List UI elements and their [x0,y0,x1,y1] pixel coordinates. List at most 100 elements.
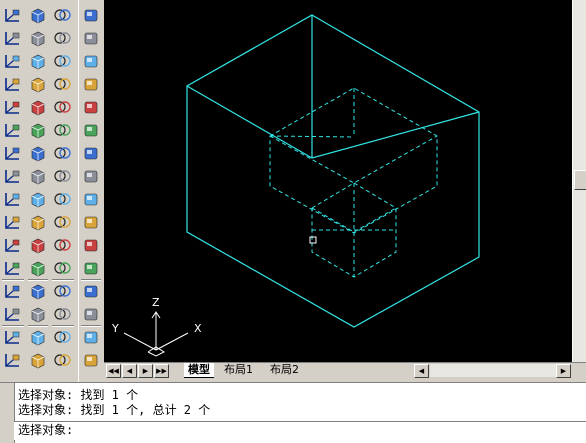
cylinder-solid-icon[interactable] [81,52,101,70]
copy-face-icon[interactable] [81,282,101,300]
prev-tab-button[interactable]: ◀ [122,364,137,378]
tab-model[interactable]: 模型 [184,363,214,378]
subtract-icon[interactable] [52,29,72,47]
move-face-icon[interactable] [81,167,101,185]
offset-face-icon[interactable] [81,190,101,208]
hscroll-right-button[interactable]: ▶ [556,364,571,378]
ucs-icon[interactable] [2,6,22,24]
last-tab-button[interactable]: ▶▶ [154,364,169,378]
ucs-apply-icon[interactable] [2,282,22,300]
ucs-z-label: Z [152,296,160,309]
ucs-view-icon[interactable] [2,121,22,139]
ucs-toolbar [0,0,27,382]
ucs-extra-icon[interactable] [2,351,22,369]
layout-tab-bar: ◀◀ ◀ ▶ ▶▶ 模型 布局1 布局2 ◀ ▶ [104,362,586,379]
named-ucs-icon[interactable] [2,305,22,323]
first-tab-button[interactable]: ◀◀ [106,364,121,378]
rotate-face-icon[interactable] [81,236,101,254]
cone-icon[interactable] [28,52,48,70]
ucs-zaxis-icon[interactable] [2,167,22,185]
command-window: 选择对象: 找到 1 个 选择对象: 找到 1 个, 总计 2 个 选择对象: [0,382,586,443]
pyramid-icon[interactable] [28,144,48,162]
ucs-origin-icon[interactable] [2,144,22,162]
dome-icon[interactable] [28,167,48,185]
ucs-icon [123,311,189,357]
color-face-icon[interactable] [81,305,101,323]
intersect-icon[interactable] [52,52,72,70]
toolbar-separator [2,279,24,281]
ucs-face-icon[interactable] [2,75,22,93]
box-icon[interactable] [28,6,48,24]
command-history-line: 选择对象: 找到 1 个 [18,388,139,402]
edge-surface-icon[interactable] [28,305,48,323]
3d-face-icon[interactable] [28,351,48,369]
hscroll-left-button[interactable]: ◀ [414,364,429,378]
solidedit-icon[interactable] [52,259,72,277]
revolved-surface-icon[interactable] [28,236,48,254]
surfaces-toolbar [26,0,51,382]
tab-layout1[interactable]: 布局1 [220,363,257,377]
wedge-solid-icon[interactable] [81,98,101,116]
material-icon[interactable] [52,328,72,346]
ucs-3point-icon[interactable] [2,190,22,208]
region-icon[interactable] [28,328,48,346]
vertical-scrollbar[interactable] [572,0,586,362]
command-history-line: 选择对象: 找到 1 个, 总计 2 个 [18,403,211,417]
tabulated-surface-icon[interactable] [28,259,48,277]
extrude-icon[interactable] [52,75,72,93]
union-icon[interactable] [52,6,72,24]
extrude-face-icon[interactable] [81,144,101,162]
tab-layout2[interactable]: 布局2 [266,363,303,377]
toolbar-separator [81,325,101,327]
ucs-world-icon[interactable] [2,29,22,47]
view-icon[interactable] [52,351,72,369]
ucs-z-icon[interactable] [2,259,22,277]
ucs-object-icon[interactable] [2,98,22,116]
drawing-svg: Z Y X [111,14,480,357]
toolbar-separator [81,279,101,281]
setup-profile-icon[interactable] [52,236,72,254]
setup-view-icon[interactable] [52,213,72,231]
ucs-y-label: Y [111,322,119,335]
ruled-surface-icon[interactable] [28,282,48,300]
taper-face-icon[interactable] [81,259,101,277]
mesh-icon[interactable] [28,213,48,231]
sphere-solid-icon[interactable] [81,29,101,47]
horizontal-scrollbar[interactable] [430,364,556,377]
ucs-x-icon[interactable] [2,213,22,231]
interference-icon[interactable] [52,167,72,185]
render-icon[interactable] [52,282,72,300]
ucs-x-label: X [194,322,202,335]
command-prompt: 选择对象: [18,423,74,437]
delete-face-icon[interactable] [81,213,101,231]
orbit-icon[interactable] [81,6,101,24]
torus-solid-icon[interactable] [81,121,101,139]
shell-icon[interactable] [81,351,101,369]
section-icon[interactable] [52,144,72,162]
ucs-previous-icon[interactable] [2,52,22,70]
grip-marker[interactable] [309,236,317,244]
ucs-manager-icon[interactable] [2,328,22,346]
dish-icon[interactable] [28,190,48,208]
hidden-edges [269,87,438,278]
toolbar-separator [28,279,48,281]
wedge-icon[interactable] [28,29,48,47]
light-icon[interactable] [52,305,72,323]
sphere-icon[interactable] [28,75,48,93]
cone-solid-icon[interactable] [81,75,101,93]
vertical-scroll-thumb[interactable] [574,170,586,190]
slice-icon[interactable] [52,121,72,139]
revolve-icon[interactable] [52,98,72,116]
cylinder-icon[interactable] [28,98,48,116]
next-tab-button[interactable]: ▶ [138,364,153,378]
solids-editing-toolbar [78,0,103,382]
torus-icon[interactable] [28,121,48,139]
drawing-canvas[interactable]: Z Y X [104,0,572,362]
command-input[interactable]: 选择对象: [14,421,586,440]
command-window-grip[interactable] [0,383,15,443]
ucs-y-icon[interactable] [2,236,22,254]
imprint-icon[interactable] [81,328,101,346]
setup-drawing-icon[interactable] [52,190,72,208]
toolbar-separator [28,325,48,327]
toolbar-separator [52,325,74,327]
